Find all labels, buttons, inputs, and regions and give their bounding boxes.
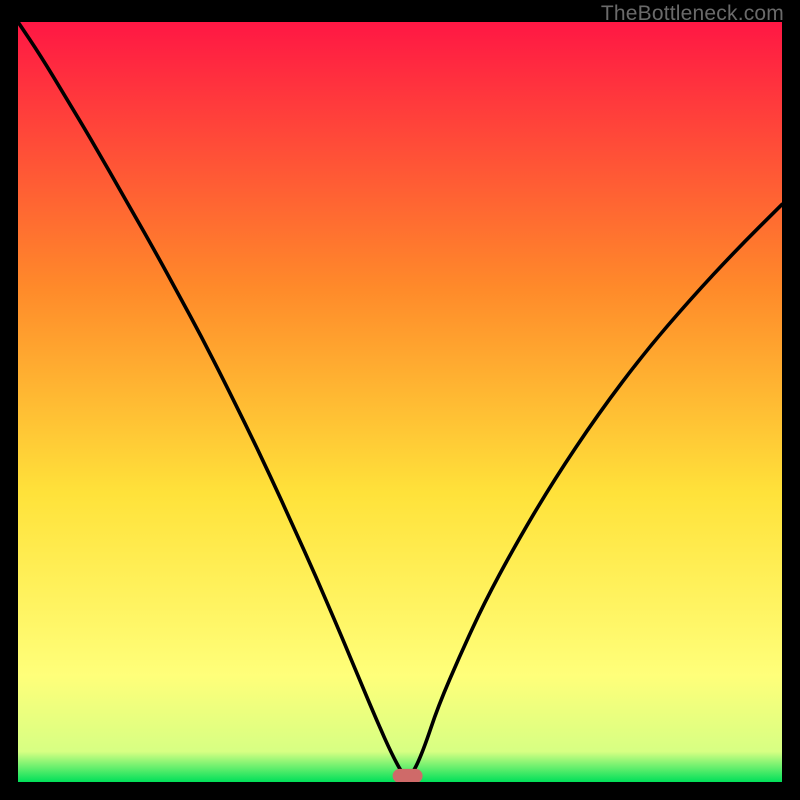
optimal-marker [393,769,423,782]
chart-stage: TheBottleneck.com [0,0,800,800]
watermark-text: TheBottleneck.com [601,2,784,26]
plot-area [18,22,782,782]
gradient-background [18,22,782,782]
bottleneck-chart [18,22,782,782]
